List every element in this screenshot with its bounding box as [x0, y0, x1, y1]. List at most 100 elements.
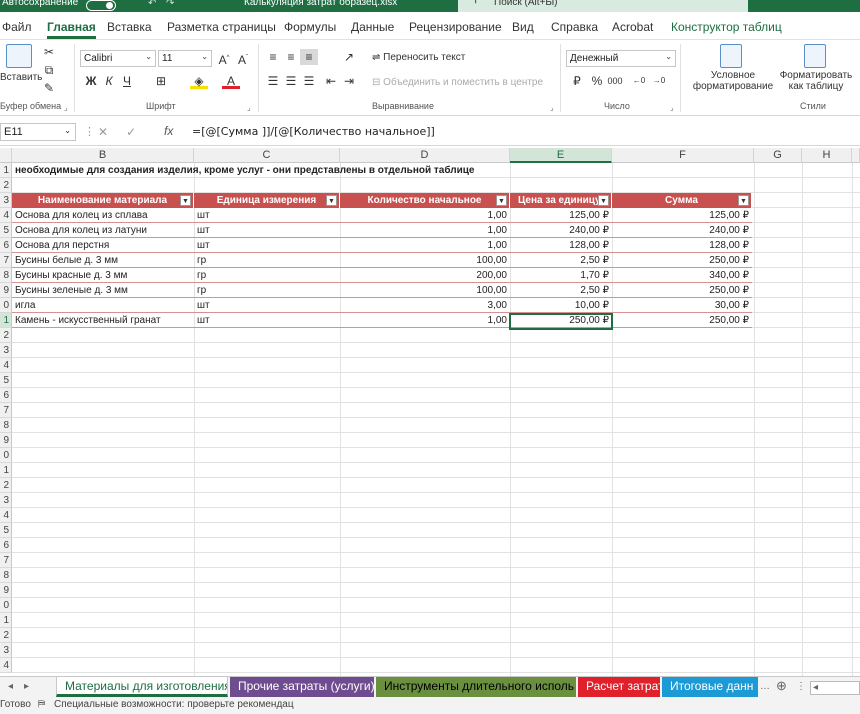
quantity-cell[interactable]: 1,00: [340, 313, 510, 328]
horizontal-scrollbar[interactable]: ◂: [810, 681, 860, 695]
row-header[interactable]: 1: [0, 463, 12, 478]
row-header[interactable]: 0: [0, 598, 12, 613]
quantity-cell[interactable]: 100,00: [340, 283, 510, 298]
quantity-cell[interactable]: 1,00: [340, 238, 510, 253]
price-cell[interactable]: 240,00 ₽: [510, 223, 612, 238]
material-name-cell[interactable]: Бусины белые д. 3 мм: [12, 253, 194, 268]
unit-cell[interactable]: шт: [194, 208, 340, 223]
row-header[interactable]: 7: [0, 403, 12, 418]
tab-page-layout[interactable]: Разметка страницы: [167, 20, 276, 34]
insert-function-button[interactable]: fx: [164, 124, 173, 138]
row-header[interactable]: 3: [0, 193, 12, 208]
quantity-cell[interactable]: 200,00: [340, 268, 510, 283]
accessibility-status[interactable]: Специальные возможности: проверьте реком…: [54, 699, 294, 710]
font-size-select[interactable]: 11 ⌄: [158, 50, 212, 67]
align-bottom-icon[interactable]: ≡: [300, 49, 318, 65]
decrease-font-icon[interactable]: Aˇ: [234, 50, 252, 67]
bold-button[interactable]: Ж: [82, 73, 100, 89]
more-options-icon[interactable]: ⋮: [84, 125, 95, 138]
column-header[interactable]: E: [510, 148, 612, 163]
row-header[interactable]: 4: [0, 208, 12, 223]
copy-icon[interactable]: ⧉: [40, 62, 58, 78]
filter-dropdown-icon[interactable]: ▼: [180, 195, 191, 206]
row-header[interactable]: 4: [0, 358, 12, 373]
row-header[interactable]: 6: [0, 388, 12, 403]
tab-review[interactable]: Рецензирование: [409, 20, 502, 34]
row-header[interactable]: 8: [0, 418, 12, 433]
column-header[interactable]: F: [612, 148, 754, 163]
unit-cell[interactable]: шт: [194, 223, 340, 238]
tab-acrobat[interactable]: Acrobat: [612, 20, 653, 34]
filter-dropdown-icon[interactable]: ▼: [598, 195, 609, 206]
thousands-icon[interactable]: 000: [606, 73, 624, 89]
tab-help[interactable]: Справка: [551, 20, 598, 34]
currency-icon[interactable]: ₽: [568, 73, 586, 89]
percent-icon[interactable]: %: [588, 73, 606, 89]
number-format-select[interactable]: Денежный ⌄: [566, 50, 676, 67]
align-top-icon[interactable]: ≡: [264, 49, 282, 65]
table-header-sum[interactable]: Сумма ▼: [612, 193, 752, 208]
number-launcher-icon[interactable]: ⌟: [670, 103, 674, 112]
quantity-cell[interactable]: 1,00: [340, 223, 510, 238]
table-header-quantity[interactable]: Количество начальное ▼: [340, 193, 510, 208]
price-cell[interactable]: 125,00 ₽: [510, 208, 612, 223]
row-header[interactable]: 7: [0, 253, 12, 268]
table-header-name[interactable]: Наименование материала ▼: [12, 193, 194, 208]
conditional-format-button[interactable]: Условное форматирование: [688, 70, 778, 92]
sum-cell[interactable]: 125,00 ₽: [612, 208, 752, 223]
material-name-cell[interactable]: Камень - искусственный гранат: [12, 313, 194, 328]
sum-cell[interactable]: 128,00 ₽: [612, 238, 752, 253]
undo-icon[interactable]: ↶: [148, 0, 156, 9]
table-header-unit[interactable]: Единица измерения ▼: [194, 193, 340, 208]
worksheet-grid[interactable]: B C D E F G H 12345678901234567890123456…: [0, 148, 860, 676]
tab-formulas[interactable]: Формулы: [284, 20, 336, 34]
row-header[interactable]: 5: [0, 523, 12, 538]
material-name-cell[interactable]: игла: [12, 298, 194, 313]
column-header[interactable]: B: [12, 148, 194, 163]
formula-input[interactable]: =[@[Сумма ]]/[@[Количество начальное]]: [192, 125, 435, 138]
tab-table-design[interactable]: Конструктор таблиц: [671, 20, 782, 34]
filter-dropdown-icon[interactable]: ▼: [326, 195, 337, 206]
row-header[interactable]: 0: [0, 448, 12, 463]
material-name-cell[interactable]: Бусины красные д. 3 мм: [12, 268, 194, 283]
sheet-tab-materials[interactable]: Материалы для изготовления: [56, 677, 228, 697]
row-header[interactable]: 4: [0, 658, 12, 673]
row-header[interactable]: 3: [0, 643, 12, 658]
row-header[interactable]: 5: [0, 373, 12, 388]
unit-cell[interactable]: гр: [194, 268, 340, 283]
row-header[interactable]: 2: [0, 178, 12, 193]
row-header[interactable]: 7: [0, 553, 12, 568]
unit-cell[interactable]: гр: [194, 283, 340, 298]
tab-file[interactable]: Файл: [2, 20, 32, 34]
sheet-tab-other-costs[interactable]: Прочие затраты (услуги): [230, 677, 374, 697]
format-as-table-button[interactable]: Форматировать как таблицу: [778, 70, 854, 92]
accessibility-icon[interactable]: ⛿: [38, 699, 45, 710]
align-middle-icon[interactable]: ≡: [282, 49, 300, 65]
unit-cell[interactable]: шт: [194, 298, 340, 313]
sum-cell[interactable]: 30,00 ₽: [612, 298, 752, 313]
filter-dropdown-icon[interactable]: ▼: [738, 195, 749, 206]
price-cell[interactable]: 10,00 ₽: [510, 298, 612, 313]
column-header[interactable]: C: [194, 148, 340, 163]
material-name-cell[interactable]: Основа для перстня: [12, 238, 194, 253]
column-header[interactable]: [852, 148, 860, 163]
search-box[interactable]: ⚲ Поиск (Alt+Ы): [458, 0, 748, 12]
column-header[interactable]: H: [802, 148, 852, 163]
select-all-corner[interactable]: [0, 148, 12, 163]
price-cell[interactable]: 1,70 ₽: [510, 268, 612, 283]
merge-center-button[interactable]: ⊟ Объединить и поместить в центре: [372, 77, 543, 88]
row-header[interactable]: 5: [0, 223, 12, 238]
redo-icon[interactable]: ↷: [166, 0, 174, 9]
row-header[interactable]: 2: [0, 328, 12, 343]
increase-indent-icon[interactable]: ⇥: [340, 73, 358, 89]
row-header[interactable]: 4: [0, 508, 12, 523]
quantity-cell[interactable]: 100,00: [340, 253, 510, 268]
quantity-cell[interactable]: 3,00: [340, 298, 510, 313]
fill-color-icon[interactable]: ◈: [190, 73, 208, 89]
unit-cell[interactable]: гр: [194, 253, 340, 268]
row-header[interactable]: 6: [0, 538, 12, 553]
sum-cell[interactable]: 250,00 ₽: [612, 253, 752, 268]
italic-button[interactable]: К: [100, 73, 118, 89]
sum-cell[interactable]: 250,00 ₽: [612, 283, 752, 298]
prev-sheet-icon[interactable]: ◂: [8, 681, 13, 692]
